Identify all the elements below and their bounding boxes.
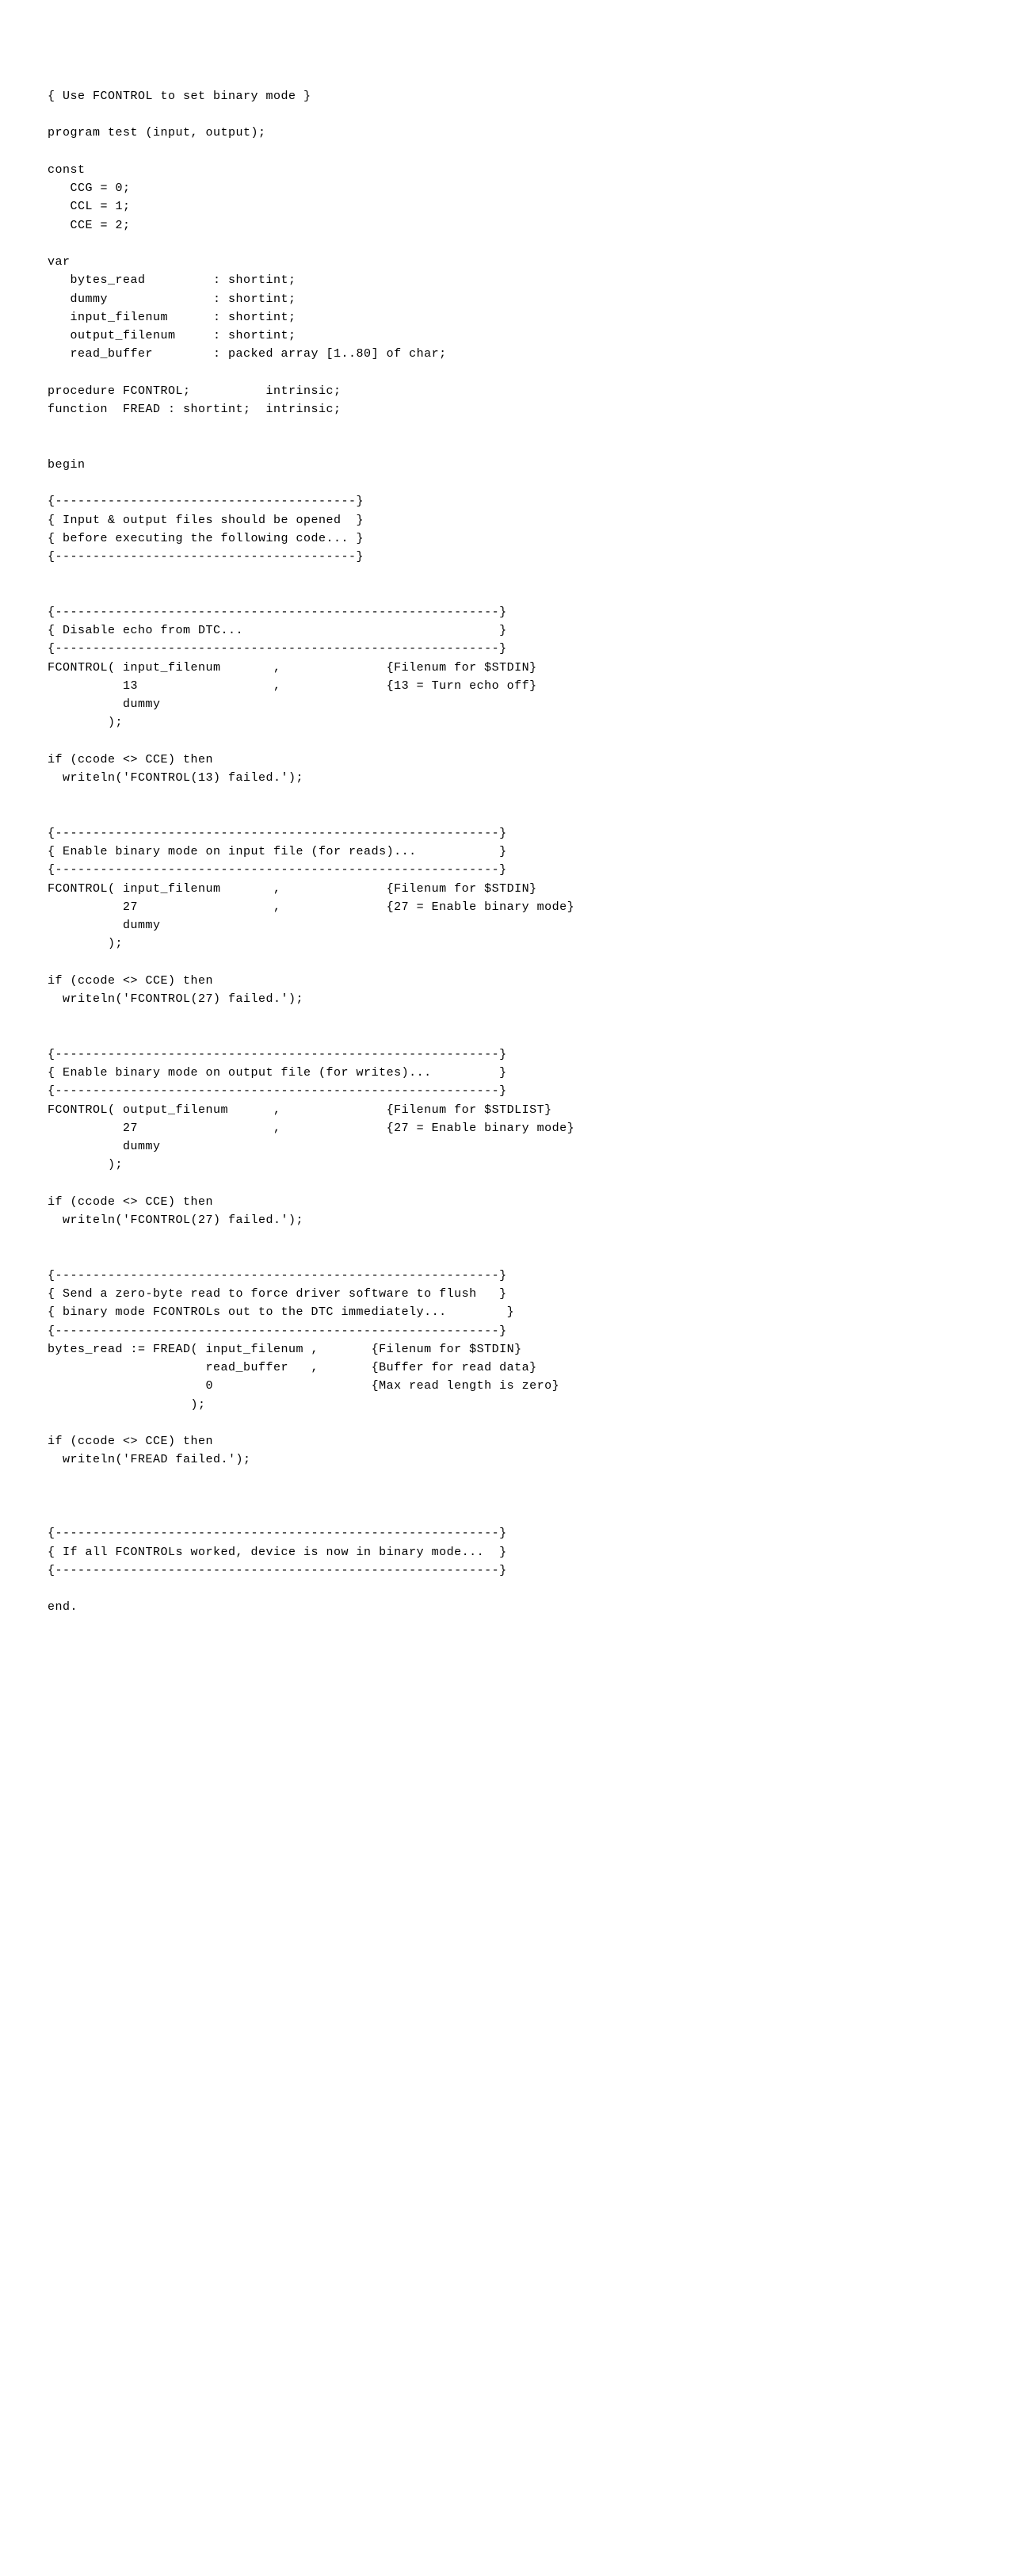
code-listing: { Use FCONTROL to set binary mode } prog…: [48, 87, 967, 1617]
